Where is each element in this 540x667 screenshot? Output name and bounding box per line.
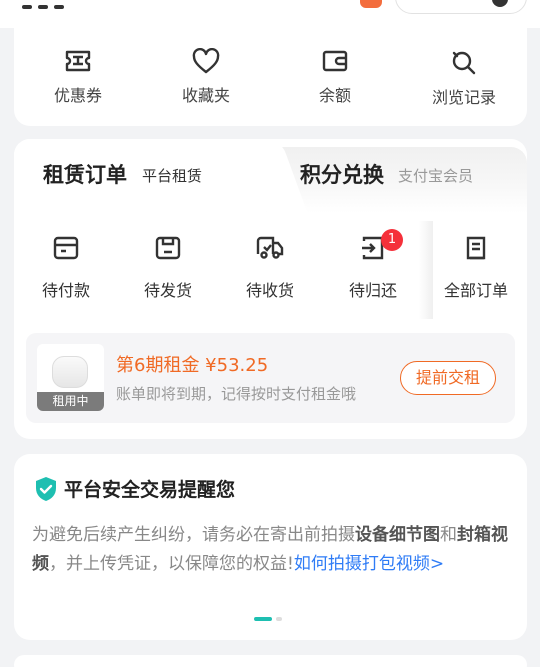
- next-card: [14, 655, 527, 667]
- order-status-label: 待付款: [41, 281, 90, 300]
- order-status-pending-receipt[interactable]: 待收货: [220, 235, 320, 301]
- safety-text: ，并上传凭证，以保障您的权益!: [49, 554, 294, 574]
- rent-due-title: 第6期租金 ¥53.25: [116, 355, 269, 376]
- safety-reminder-card: 平台安全交易提醒您 为避免后续产生纠纷，请务必在寄出前拍摄设备细节图和封箱视频，…: [14, 454, 527, 640]
- quick-link-label: 优惠券: [53, 86, 102, 105]
- carousel-indicator: [254, 617, 282, 621]
- rent-due-banner[interactable]: 租用中 第6期租金 ¥53.25 账单即将到期，记得按时支付租金哦 提前交租: [26, 333, 515, 423]
- safety-emphasis: 设备细节图: [355, 525, 440, 545]
- capsule-menu-button[interactable]: [395, 0, 527, 14]
- all-orders-icon: [466, 236, 486, 260]
- heart-icon: [192, 48, 220, 74]
- pending-shipment-icon: [155, 236, 181, 260]
- packing-video-guide-link[interactable]: 如何拍摄打包视频>: [294, 554, 444, 574]
- carousel-dot: [276, 617, 282, 621]
- wallet-icon: [322, 50, 348, 72]
- tab-rental-title[interactable]: 租赁订单: [43, 159, 127, 189]
- carousel-dot-active: [254, 617, 272, 621]
- order-status-pending-shipment[interactable]: 待发货: [118, 235, 218, 301]
- safety-body: 为避免后续产生纠纷，请务必在寄出前拍摄设备细节图和封箱视频，并上传凭证，以保障您…: [32, 521, 512, 579]
- quick-link-label: 浏览记录: [431, 88, 496, 107]
- quick-link-coupons[interactable]: 优惠券: [23, 48, 133, 106]
- safety-text: 为避免后续产生纠纷，请务必在寄出前拍摄: [32, 525, 355, 545]
- product-thumbnail: 租用中: [37, 344, 104, 411]
- orders-card: 租赁订单 平台租赁 积分兑换 支付宝会员 待付款 待发货 待收货 1 待归还 全…: [14, 139, 527, 439]
- tab-points-subtitle: 支付宝会员: [398, 167, 474, 185]
- return-count-badge: 1: [381, 229, 403, 251]
- order-status-label: 全部订单: [443, 281, 508, 300]
- rent-due-subtitle: 账单即将到期，记得按时支付租金哦: [116, 385, 357, 403]
- tab-rental-subtitle: 平台租赁: [142, 167, 203, 185]
- promo-icon[interactable]: [360, 0, 382, 8]
- order-status-all-orders[interactable]: 全部订单: [426, 235, 526, 301]
- quick-link-favorites[interactable]: 收藏夹: [151, 48, 261, 106]
- quick-link-balance[interactable]: 余额: [280, 48, 390, 106]
- pay-rent-early-button[interactable]: 提前交租: [400, 361, 496, 395]
- order-status-pending-payment[interactable]: 待付款: [16, 235, 116, 301]
- rental-status-tag: 租用中: [37, 392, 104, 411]
- close-icon[interactable]: [492, 0, 508, 7]
- pending-payment-icon: [53, 236, 79, 260]
- status-fragment: [22, 0, 84, 9]
- order-status-label: 待发货: [143, 281, 192, 300]
- earbuds-case-image: [52, 356, 88, 388]
- order-status-label: 待归还: [348, 281, 397, 300]
- history-icon: [452, 51, 476, 75]
- coupon-icon: [65, 50, 91, 72]
- quick-link-label: 余额: [318, 86, 351, 105]
- order-status-label: 待收货: [245, 281, 294, 300]
- top-bar: [0, 0, 540, 28]
- tab-points-title[interactable]: 积分兑换: [300, 159, 384, 189]
- pending-receipt-icon: [256, 236, 284, 259]
- order-status-pending-return[interactable]: 1 待归还: [323, 229, 423, 301]
- shield-check-icon: [36, 477, 56, 501]
- safety-text: 和: [440, 525, 457, 545]
- quick-link-history[interactable]: 浏览记录: [409, 48, 519, 108]
- quick-links-card: 优惠券 收藏夹 余额 浏览记录: [14, 28, 527, 126]
- quick-link-label: 收藏夹: [181, 86, 230, 105]
- safety-title: 平台安全交易提醒您: [64, 479, 236, 501]
